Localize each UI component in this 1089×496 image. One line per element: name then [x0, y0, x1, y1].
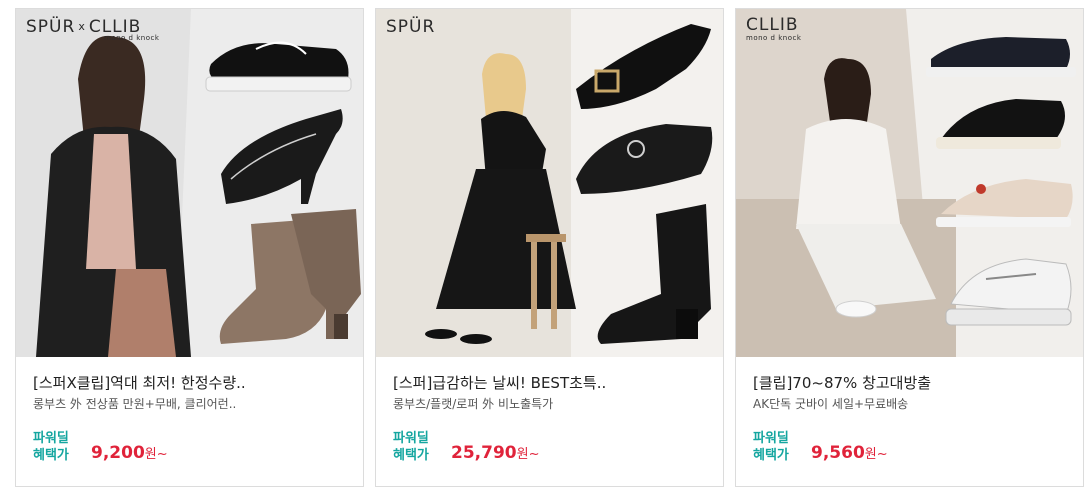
- price-label-line-2: 혜택가: [33, 448, 69, 463]
- brand-logo: CLLIB mono d knock: [746, 17, 801, 42]
- price-value: 25,790원~: [451, 443, 539, 465]
- price-row: 파워딜 혜택가 9,200원~: [33, 430, 168, 464]
- brand-collab-sub-text: mono d knock: [746, 34, 802, 42]
- brand-logo: SPÜR x CLLIB mono d knock: [26, 17, 159, 42]
- product-photo-2: [376, 9, 723, 357]
- price-unit: 원~: [864, 447, 888, 462]
- product-image-2[interactable]: SPÜR: [376, 9, 723, 357]
- product-title[interactable]: [스퍼]급감하는 날씨! BEST초특..: [393, 373, 711, 393]
- brand-main-text: SPÜR: [26, 17, 76, 37]
- product-subtitle: 롱부츠 外 전상품 만원+무배, 클리어런..: [33, 397, 237, 411]
- price-unit: 원~: [144, 447, 168, 462]
- product-image-1[interactable]: SPÜR x CLLIB mono d knock: [16, 9, 363, 357]
- price-label-line-1: 파워딜: [753, 431, 789, 446]
- product-card-3[interactable]: CLLIB mono d knock [클립]70~87% 창고대방출 AK단독…: [735, 8, 1084, 487]
- price-label: 파워딜 혜택가: [393, 430, 451, 464]
- price-unit: 원~: [516, 447, 540, 462]
- product-card-1[interactable]: SPÜR x CLLIB mono d knock [스퍼X클립]역대 최저! 한정…: [15, 8, 364, 487]
- product-photo-3: [736, 9, 1083, 357]
- product-photo-1: [16, 9, 363, 357]
- price-label-line-2: 혜택가: [753, 448, 789, 463]
- product-card-2[interactable]: SPÜR [스퍼]급감하는 날씨! BEST초특.. 롱부츠/플랫/로퍼 外 비…: [375, 8, 724, 487]
- price-row: 파워딜 혜택가 25,790원~: [393, 430, 539, 464]
- product-title[interactable]: [클립]70~87% 창고대방출: [753, 373, 1071, 393]
- product-title[interactable]: [스퍼X클립]역대 최저! 한정수량..: [33, 373, 351, 393]
- product-image-3[interactable]: CLLIB mono d knock: [736, 9, 1083, 357]
- brand-main-text: SPÜR: [386, 17, 436, 37]
- price-label: 파워딜 혜택가: [33, 430, 91, 464]
- price-label-line-1: 파워딜: [33, 431, 69, 446]
- price-value: 9,200원~: [91, 443, 168, 465]
- price-amount: 25,790: [451, 443, 517, 463]
- product-subtitle: AK단독 굿바이 세일+무료배송: [753, 397, 909, 411]
- brand-collab-sub-text: mono d knock: [104, 34, 160, 42]
- price-label-line-2: 혜택가: [393, 448, 429, 463]
- price-row: 파워딜 혜택가 9,560원~: [753, 430, 888, 464]
- price-value: 9,560원~: [811, 443, 888, 465]
- brand-logo: SPÜR: [386, 17, 435, 37]
- price-label: 파워딜 혜택가: [753, 430, 811, 464]
- product-subtitle: 롱부츠/플랫/로퍼 外 비노출특가: [393, 397, 554, 411]
- price-label-line-1: 파워딜: [393, 431, 429, 446]
- price-amount: 9,560: [811, 443, 865, 463]
- price-amount: 9,200: [91, 443, 145, 463]
- brand-collab-text: CLLIB: [746, 15, 799, 35]
- brand-x-text: x: [78, 20, 86, 33]
